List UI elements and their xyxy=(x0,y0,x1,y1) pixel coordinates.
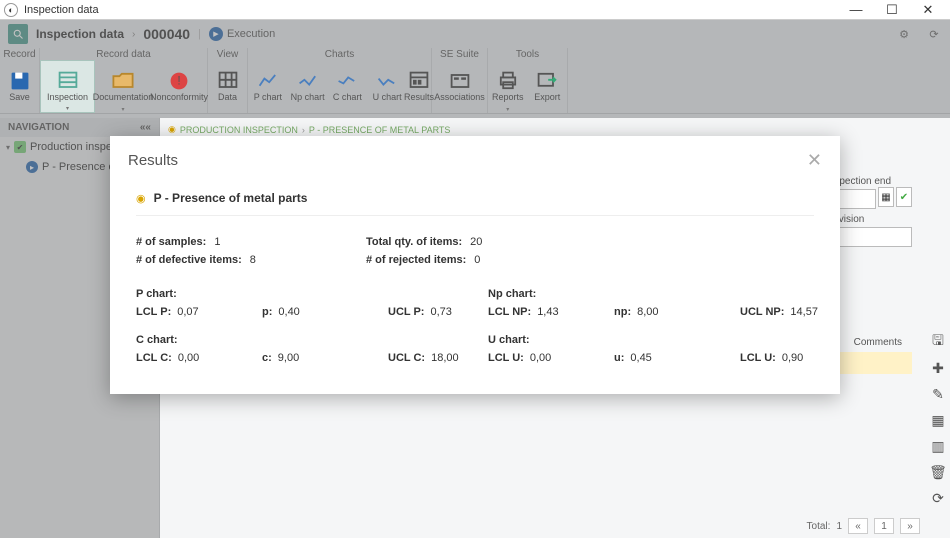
printer-icon xyxy=(496,72,520,90)
page-current[interactable]: 1 xyxy=(874,518,894,534)
grid-icon xyxy=(56,72,80,90)
chart-line-icon xyxy=(256,72,280,90)
page-next[interactable]: » xyxy=(900,518,920,534)
pager: Total: 1 « 1 » xyxy=(807,518,920,534)
chevron-right-icon: › xyxy=(302,125,305,135)
check-icon[interactable]: ✔ xyxy=(896,187,912,207)
uchart-button[interactable]: U chart xyxy=(367,60,407,113)
documentation-button[interactable]: Documentation ▾ xyxy=(95,60,151,113)
window-title: Inspection data xyxy=(24,4,838,16)
app-icon: ◐ xyxy=(4,3,18,17)
trash-icon[interactable]: 🗑 xyxy=(930,464,946,480)
eye-icon: ◉ xyxy=(136,192,146,205)
results-button[interactable]: Results xyxy=(407,60,431,113)
chevron-down-icon: ▾ xyxy=(506,106,509,113)
crumb-b: P - PRESENCE OF METAL PARTS xyxy=(309,125,451,135)
chevron-down-icon: ▾ xyxy=(66,105,69,112)
crumb-a[interactable]: PRODUCTION INSPECTION xyxy=(180,125,298,135)
reports-button[interactable]: Reports ▾ xyxy=(488,60,528,113)
data-button[interactable]: Data xyxy=(208,60,247,113)
cchart-button[interactable]: C chart xyxy=(328,60,368,113)
chart-line-icon xyxy=(296,72,320,90)
eye-icon: ◉ xyxy=(168,124,176,135)
calendar-icon[interactable]: ▦ xyxy=(878,187,894,207)
pchart-button[interactable]: P chart xyxy=(248,60,288,113)
inspection-button[interactable]: Inspection ▾ xyxy=(40,60,95,113)
edit-icon[interactable]: ✎ xyxy=(930,386,946,402)
modal-title: Results xyxy=(128,152,178,169)
associations-button[interactable]: Associations xyxy=(432,60,487,113)
export-icon xyxy=(535,72,559,90)
refresh-icon[interactable]: ⟳ xyxy=(930,490,946,506)
nonconformity-button[interactable]: ! Nonconformity xyxy=(151,60,207,113)
calendar-icon[interactable]: ▦ xyxy=(930,412,946,428)
window-titlebar: ◐ Inspection data — ☐ ✕ xyxy=(0,0,950,20)
side-toolbar: 🖫 ✚ ✎ ▦ ▥ 🗑 ⟳ xyxy=(930,334,946,506)
save-icon[interactable]: 🖫 xyxy=(930,334,946,350)
modal-subtitle: P - Presence of metal parts xyxy=(154,191,308,205)
table-icon xyxy=(216,72,240,90)
tab-comments[interactable]: Comments xyxy=(854,337,902,348)
barchart-icon[interactable]: ▥ xyxy=(930,438,946,454)
chevron-down-icon: ▾ xyxy=(121,106,124,113)
export-button[interactable]: Export xyxy=(528,60,568,113)
save-button[interactable]: Save xyxy=(0,60,39,113)
chart-line-icon xyxy=(335,72,359,90)
link-icon xyxy=(448,72,472,90)
breadcrumb: ◉ PRODUCTION INSPECTION › P - PRESENCE O… xyxy=(168,124,942,135)
stats-block: # of samples:1 Total qty. of items:20 # … xyxy=(136,236,814,364)
maximize-button[interactable]: ☐ xyxy=(874,0,910,20)
add-icon[interactable]: ✚ xyxy=(930,360,946,376)
alert-icon: ! xyxy=(167,72,191,90)
chart-line-icon xyxy=(375,72,399,90)
results-icon xyxy=(407,72,431,90)
svg-text:!: ! xyxy=(177,73,180,87)
minimize-button[interactable]: — xyxy=(838,0,874,20)
modal-close-button[interactable]: ✕ xyxy=(807,150,822,171)
npchart-button[interactable]: Np chart xyxy=(288,60,328,113)
folder-icon xyxy=(111,72,135,90)
save-icon xyxy=(8,72,32,90)
page-prev[interactable]: « xyxy=(848,518,868,534)
results-modal: Results ✕ ◉ P - Presence of metal parts … xyxy=(110,136,840,394)
close-button[interactable]: ✕ xyxy=(910,0,946,20)
